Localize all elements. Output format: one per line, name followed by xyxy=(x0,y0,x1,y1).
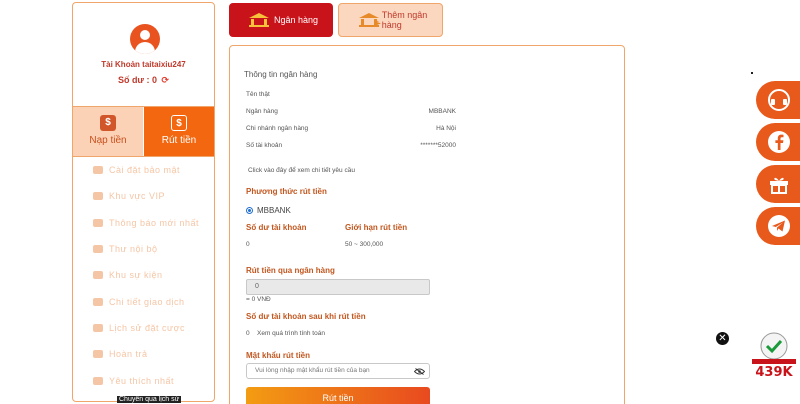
sidebar-item-label: Chi tiết giao dịch xyxy=(109,296,185,307)
balance-label: Số dư : xyxy=(117,75,150,85)
balance-display: Số dư : 0 ⟳ xyxy=(73,75,214,86)
bank-add-icon: + xyxy=(359,13,381,30)
balance-value: 0 xyxy=(151,75,157,85)
telegram-button[interactable] xyxy=(756,207,800,245)
megaphone-icon xyxy=(93,218,103,227)
sidebar-item-label: Khu vực VIP xyxy=(109,191,166,202)
close-icon[interactable]: ✕ xyxy=(716,332,729,345)
trophy-icon xyxy=(93,271,103,280)
password-label: Mật khẩu rút tiền xyxy=(246,351,311,360)
sidebar-item-label: Thư nội bộ xyxy=(109,244,158,255)
eye-slash-icon[interactable] xyxy=(414,368,425,375)
amount-input[interactable]: 0 xyxy=(246,279,430,295)
method-option: MBBANK xyxy=(257,206,291,215)
promo-badge-icon[interactable]: 439K xyxy=(750,330,798,378)
limit-label: Giới hạn rút tiền xyxy=(345,223,408,232)
sidebar-item-vip[interactable]: Khu vực VIP xyxy=(73,183,214,209)
deposit-button[interactable]: $ Nạp tiền xyxy=(73,107,143,156)
account-name: Tài Khoản taitaixiu247 xyxy=(73,60,214,69)
sidebar-item-label: Thông báo mới nhất xyxy=(109,217,199,228)
telegram-icon xyxy=(768,215,790,237)
sidebar-item-notifications[interactable]: Thông báo mới nhất xyxy=(73,210,214,236)
sidebar-item-refund[interactable]: Hoàn trả xyxy=(73,341,214,367)
method-label: Phương thức rút tiền xyxy=(246,187,327,196)
password-placeholder: Vui lòng nhập mật khẩu rút tiền của bạn xyxy=(255,367,370,374)
account-number-label: Số tài khoản xyxy=(246,142,283,149)
refund-icon xyxy=(93,350,103,359)
history-icon xyxy=(93,323,103,332)
sidebar-item-label: Cài đặt bảo mật xyxy=(109,165,181,176)
sidebar-item-security[interactable]: Cài đặt bảo mật xyxy=(73,157,214,183)
document-icon xyxy=(93,297,103,306)
gift-button[interactable] xyxy=(756,165,800,203)
mail-icon xyxy=(93,245,103,254)
tab-add-bank-label: Thêm ngân hàng xyxy=(381,10,428,30)
bank-value: MBBANK xyxy=(428,108,456,115)
account-number-value: *******52000 xyxy=(420,142,456,149)
branch-value: Hà Nội xyxy=(436,125,456,132)
avatar-icon xyxy=(130,24,160,54)
withdraw-button[interactable]: $ Rút tiền xyxy=(144,107,214,156)
sidebar-item-label: Yêu thích nhất xyxy=(109,375,175,386)
sidebar-item-label: Hoàn trả xyxy=(109,349,148,360)
radio-selected-icon xyxy=(246,207,253,214)
account-sidebar: Tài Khoản taitaixiu247 Số dư : 0 ⟳ $ Nạp… xyxy=(72,2,215,402)
tab-bank[interactable]: Ngân hàng xyxy=(229,3,333,37)
account-label: Tài Khoản xyxy=(101,60,140,69)
password-input[interactable]: Vui lòng nhập mật khẩu rút tiền của bạn xyxy=(246,363,430,379)
promo-badge-text: 439K xyxy=(755,365,793,378)
decorative-dot xyxy=(751,72,753,74)
hand-dollar-icon: $ xyxy=(171,115,187,131)
refresh-icon[interactable]: ⟳ xyxy=(162,75,170,86)
sidebar-item-events[interactable]: Khu sự kiện xyxy=(73,262,214,288)
withdraw-panel: Thông tin ngân hàng Tên thật Ngân hàng M… xyxy=(229,45,625,404)
real-name-label: Tên thật xyxy=(246,91,270,98)
calculation-link[interactable]: Xem quá trình tính toán xyxy=(257,330,325,337)
coin-dollar-icon: $ xyxy=(100,115,116,131)
branch-label: Chi nhánh ngân hàng xyxy=(246,125,309,132)
user-shield-icon xyxy=(93,166,103,175)
gift-icon xyxy=(770,177,788,194)
bank-icon xyxy=(249,13,269,27)
amount-vnd: = 0 VNĐ xyxy=(246,296,271,303)
limit-value: 50 ~ 300,000 xyxy=(345,241,384,248)
sidebar-item-favorites[interactable]: Yêu thích nhất xyxy=(73,367,214,393)
tab-add-bank[interactable]: + Thêm ngân hàng xyxy=(338,3,443,37)
method-radio[interactable]: MBBANK xyxy=(246,206,291,215)
balance-value: 0 xyxy=(246,241,250,248)
sidebar-item-bet-history[interactable]: Lịch sử đặt cược xyxy=(73,315,214,341)
sidebar-item-label: Lịch sử đặt cược xyxy=(109,322,185,333)
heart-icon xyxy=(93,376,103,385)
history-tooltip: Chuyển qua lịch sử xyxy=(117,396,182,403)
after-balance-label: Số dư tài khoản sau khi rút tiền xyxy=(246,312,366,321)
facebook-button[interactable] xyxy=(756,123,800,161)
withdraw-label: Rút tiền xyxy=(161,135,197,146)
after-balance-value: 0 xyxy=(246,330,250,337)
vip-user-icon xyxy=(93,192,103,201)
withdraw-submit-button[interactable]: Rút tiền xyxy=(246,387,430,404)
page: Tài Khoản taitaixiu247 Số dư : 0 ⟳ $ Nạp… xyxy=(0,0,800,404)
username: taitaixiu247 xyxy=(142,60,186,69)
amount-label: Rút tiền qua ngân hàng xyxy=(246,266,335,275)
balance-label: Số dư tài khoản xyxy=(246,223,307,232)
bank-info-title: Thông tin ngân hàng xyxy=(244,70,318,79)
support-chat-button[interactable] xyxy=(756,81,800,119)
sidebar-item-label: Khu sự kiện xyxy=(109,270,163,281)
facebook-icon xyxy=(768,131,790,153)
headset-icon xyxy=(768,89,790,111)
deposit-label: Nạp tiền xyxy=(89,135,127,146)
sidebar-item-transactions[interactable]: Chi tiết giao dịch xyxy=(73,288,214,314)
sidebar-menu: Cài đặt bảo mật Khu vực VIP Thông báo mớ… xyxy=(73,156,214,394)
sidebar-item-inbox[interactable]: Thư nội bộ xyxy=(73,236,214,262)
details-link[interactable]: Click vào đây để xem chi tiết yêu cầu xyxy=(248,167,355,174)
tab-bank-label: Ngân hàng xyxy=(274,15,319,25)
bank-label: Ngân hàng xyxy=(246,108,278,115)
